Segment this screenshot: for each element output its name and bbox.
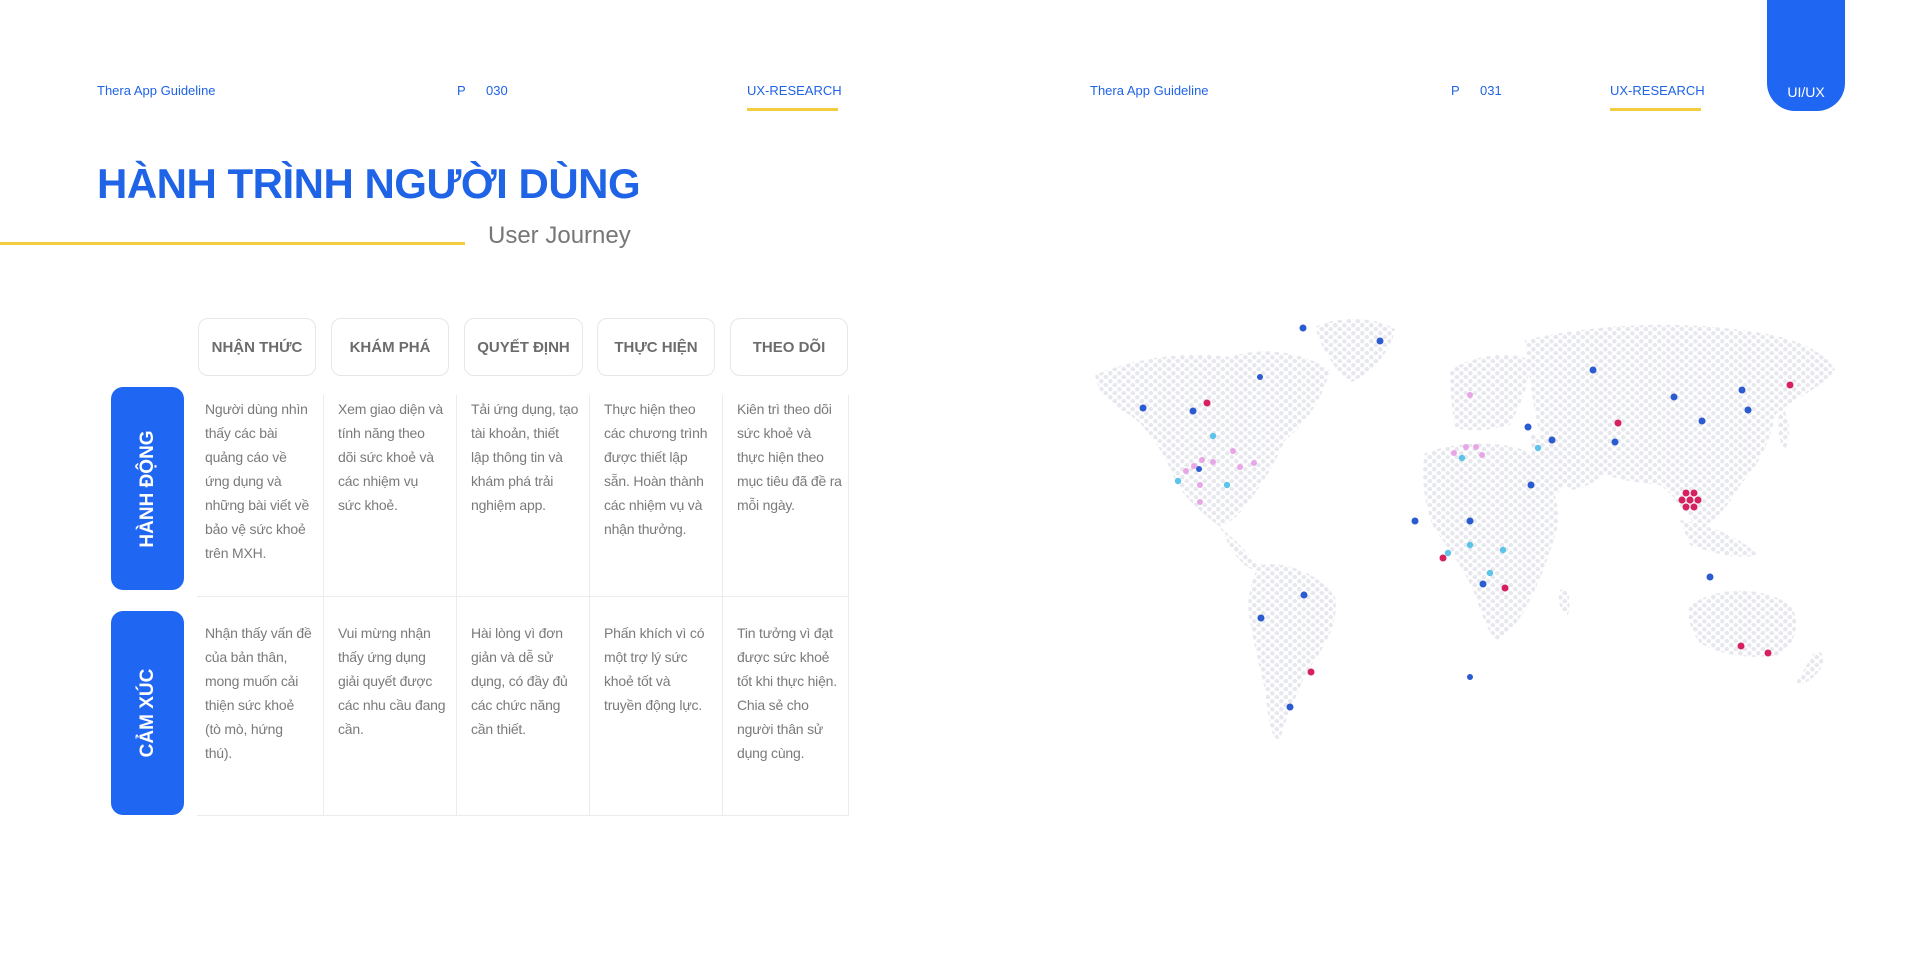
left-section-label: UX-RESEARCH: [747, 83, 842, 98]
left-page-number: 030: [486, 83, 508, 98]
right-section-underline: [1610, 108, 1701, 111]
cell-actions-awareness: Người dùng nhìn thấy các bài quảng cáo v…: [205, 401, 310, 561]
left-page-prefix: P: [457, 83, 466, 98]
left-section-underline: [747, 108, 838, 111]
journey-grid: Người dùng nhìn thấy các bài quảng cáo v…: [197, 395, 849, 816]
row-label-emotions: CẢM XÚC: [111, 611, 184, 815]
right-page-number: 031: [1480, 83, 1502, 98]
right-brand: Thera App Guideline: [1090, 83, 1209, 98]
cell-actions-decision: Tải ứng dụng, tạo tài khoản, thiết lập t…: [471, 401, 579, 513]
world-map-icon: [1095, 318, 1835, 740]
cell-emotions-action: Phấn khích vì có một trợ lý sức khoẻ tốt…: [604, 625, 705, 713]
uiux-tab-label: UI/UX: [1787, 84, 1825, 100]
cell-emotions-awareness: Nhận thấy vấn đề của bản thân, mong muốn…: [205, 625, 312, 761]
cell-emotions-discovery: Vui mừng nhận thấy ứng dụng giải quyết đ…: [338, 625, 446, 737]
row-label-actions: HÀNH ĐỘNG: [111, 387, 184, 590]
cell-actions-tracking: Kiên trì theo dõi sức khoẻ và thực hiện …: [737, 401, 842, 513]
stage-decision: QUYẾT ĐỊNH: [464, 318, 583, 376]
page-subtitle: User Journey: [488, 222, 631, 249]
stage-tracking: THEO DÕI: [730, 318, 848, 376]
page-title: HÀNH TRÌNH NGƯỜI DÙNG: [97, 160, 641, 207]
stage-action: THỰC HIỆN: [597, 318, 715, 376]
right-section-label: UX-RESEARCH: [1610, 83, 1705, 98]
cell-emotions-tracking: Tin tưởng vì đạt được sức khoẻ tốt khi t…: [737, 625, 837, 761]
cell-actions-action: Thực hiện theo các chương trình được thi…: [604, 401, 708, 537]
cell-emotions-decision: Hài lòng vì đơn giản và dễ sử dụng, có đ…: [471, 625, 568, 737]
cell-actions-discovery: Xem giao diện và tính năng theo dõi sức …: [338, 401, 443, 513]
stage-discovery: KHÁM PHÁ: [331, 318, 449, 376]
stage-awareness: NHẬN THỨC: [198, 318, 316, 376]
uiux-tab[interactable]: UI/UX: [1767, 0, 1845, 111]
right-page-prefix: P: [1451, 83, 1460, 98]
left-brand: Thera App Guideline: [97, 83, 216, 98]
title-divider: [0, 242, 465, 245]
